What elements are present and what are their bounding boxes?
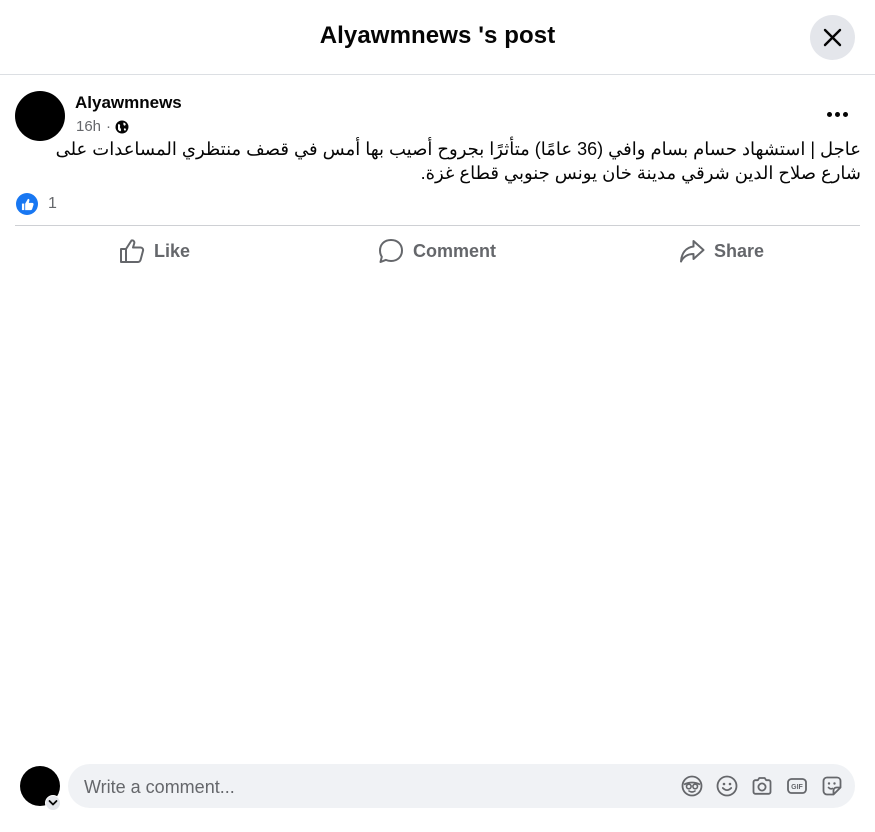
globe-icon xyxy=(115,120,129,133)
chevron-down-icon xyxy=(48,800,58,806)
profile-switch-button[interactable] xyxy=(45,795,61,811)
close-icon xyxy=(823,28,842,47)
like-label: Like xyxy=(154,240,191,261)
comment-input[interactable] xyxy=(82,764,646,810)
share-label: Share xyxy=(714,240,765,261)
more-dot xyxy=(843,112,848,117)
thumbs-up-icon xyxy=(120,239,145,263)
dialog-title: Alyawmnews 's post xyxy=(319,22,556,49)
author-name[interactable]: Alyawmnews xyxy=(75,93,182,113)
avatar-sticker-icon[interactable] xyxy=(681,775,703,797)
comment-composer: GIF xyxy=(68,764,855,810)
comment-bubble-icon xyxy=(379,239,403,263)
post-text: عاجل | استشهاد حسام بسام وافي (36 عامًا)… xyxy=(55,139,861,183)
post-options-button[interactable] xyxy=(818,100,858,128)
gif-icon[interactable]: GIF xyxy=(786,775,808,797)
svg-text:GIF: GIF xyxy=(791,784,803,791)
actions-divider xyxy=(15,225,860,226)
comment-label: Comment xyxy=(413,240,497,261)
meta-separator: · xyxy=(106,118,112,135)
share-arrow-icon xyxy=(680,240,705,263)
post-meta: 16h · xyxy=(76,118,129,135)
more-dot xyxy=(827,112,832,117)
reaction-count: 1 xyxy=(48,195,57,212)
camera-icon[interactable] xyxy=(751,775,773,797)
sticker-icon[interactable] xyxy=(821,775,843,797)
close-button[interactable] xyxy=(810,15,855,60)
post-time[interactable]: 16h xyxy=(76,118,101,135)
like-reaction-icon xyxy=(16,193,38,215)
comment-button[interactable]: Comment xyxy=(378,236,496,266)
author-avatar[interactable] xyxy=(15,91,65,141)
share-button[interactable]: Share xyxy=(679,236,764,266)
reactions-summary[interactable]: 1 xyxy=(16,193,57,215)
more-dot xyxy=(835,112,840,117)
like-button[interactable]: Like xyxy=(119,236,190,266)
emoji-icon[interactable] xyxy=(716,775,738,797)
dialog-header: Alyawmnews 's post xyxy=(0,0,875,75)
